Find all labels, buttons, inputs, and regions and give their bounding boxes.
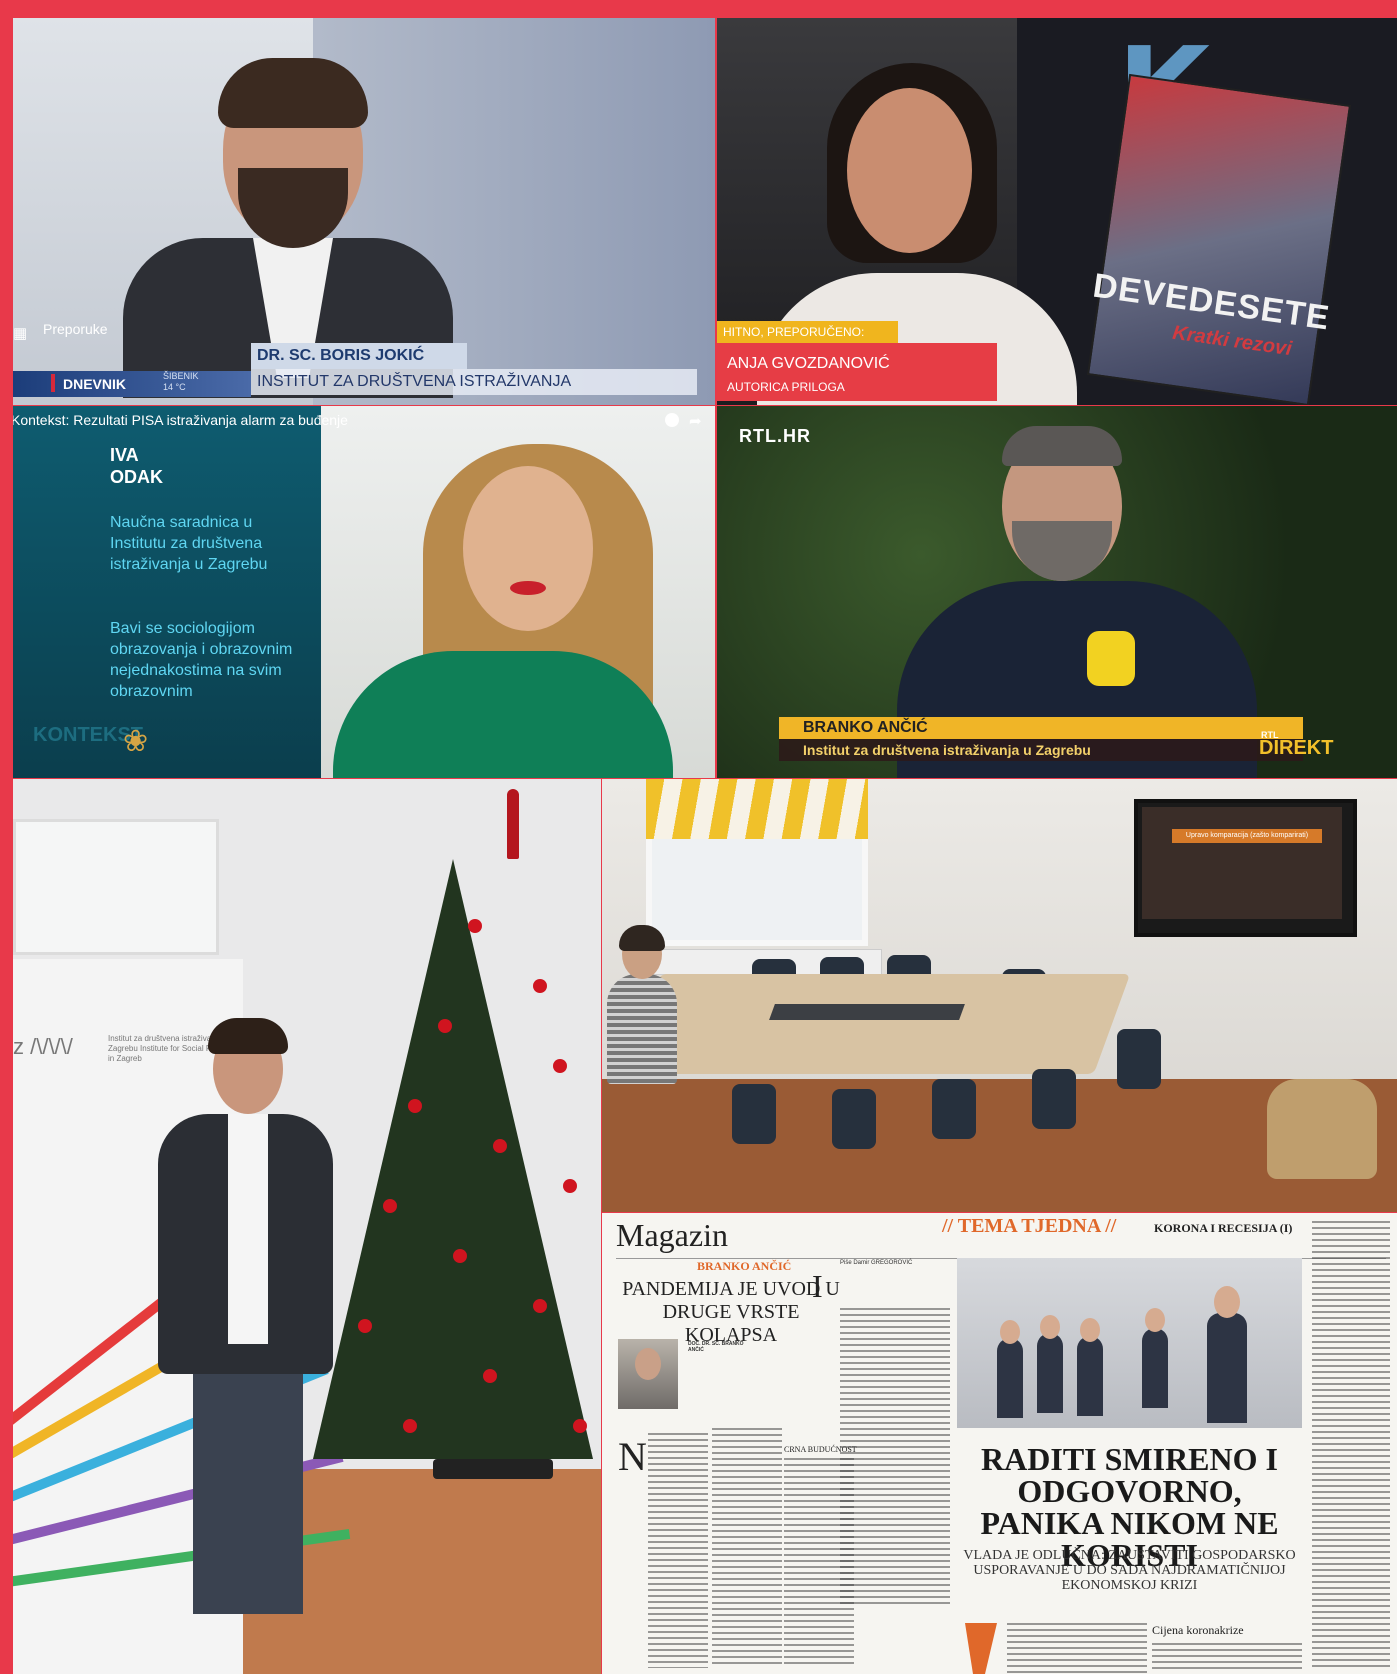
main-subhead: VLADA JE ODLUČNA: ZAUSTAVITI GOSPODARSKO… xyxy=(963,1548,1296,1593)
weather-readout: ŠIBENIK 14 °C xyxy=(163,371,199,392)
channel-logo: RTL.HR xyxy=(739,426,811,446)
video-title[interactable]: Kontekst: Rezultati PISA istraživanja al… xyxy=(13,412,348,428)
speaker-face xyxy=(847,88,972,253)
video-screenshot-iva-odak: Kontekst: Rezultati PISA istraživanja al… xyxy=(13,406,715,778)
author-portrait-face xyxy=(635,1348,661,1380)
guest-name: ANJA GVOZDANOVIĆ xyxy=(727,355,890,372)
guest-name: DR. SC. BORIS JOKIĆ xyxy=(251,343,467,369)
show-name: DIREKT xyxy=(1259,737,1334,759)
show-name: DNEVNIK xyxy=(63,376,127,392)
speaker-hair xyxy=(1002,426,1122,466)
guest-first-name: IVA xyxy=(110,445,139,465)
quote-mark xyxy=(965,1623,997,1674)
tree-topper xyxy=(507,789,519,859)
tv-screenshot-branko-ancic: RTL.HR BRANKO ANČIĆ Institut za društven… xyxy=(717,406,1397,778)
watch-later-icon[interactable] xyxy=(665,413,679,427)
segment-tag: HITNO, PREPORUČENO: KNJIGA xyxy=(717,321,898,361)
guest-research: Bavi se sociologijom obrazovanja i obraz… xyxy=(110,620,293,700)
guest-affiliation: Institut za društvena istraživanja u Zag… xyxy=(779,739,1303,761)
speaker-lips xyxy=(510,581,546,595)
recommendations-label[interactable]: Preporuke xyxy=(43,321,108,337)
seated-woman xyxy=(607,925,677,1084)
collage-frame: ▦ Preporuke DNEVNIK ŠIBENIK 14 °C DR. SC… xyxy=(0,0,1397,1674)
info-panel xyxy=(13,406,321,778)
presenter-figure xyxy=(123,58,453,398)
photo-man-christmas-tree: z /\/\/\/ Institut za društvena istraživ… xyxy=(13,779,601,1674)
wicker-chair xyxy=(1267,1079,1377,1179)
al-jazeera-logo-icon: ❀ xyxy=(123,725,149,758)
cabinet-meeting-photo xyxy=(957,1258,1302,1428)
tv-screen xyxy=(1142,807,1342,919)
window xyxy=(13,819,219,955)
standing-man xyxy=(158,1018,333,1624)
drop-cap-n: N xyxy=(618,1434,647,1479)
tv-screenshot-anja-gvozdanovic: K DEVEDESETE Kratki rezovi HITNO, PREPOR… xyxy=(717,18,1397,405)
institute-logo: z /\/\/\/ xyxy=(13,1034,73,1059)
series-label: KORONA I RECESIJA (I) xyxy=(1154,1221,1293,1235)
guest-name: BRANKO ANČIĆ xyxy=(779,717,1303,739)
guest-description: Naučna saradnica u Institutu za društven… xyxy=(110,514,268,573)
newspaper-page: Magazin // TEMA TJEDNA // KORONA I RECES… xyxy=(602,1213,1397,1674)
tree-stand xyxy=(433,1459,553,1479)
grid-icon[interactable]: ▦ xyxy=(13,324,31,342)
meeting-table xyxy=(623,974,1131,1074)
section-title: Magazin xyxy=(616,1217,728,1253)
tv-screenshot-boris-jokic: ▦ Preporuke DNEVNIK ŠIBENIK 14 °C DR. SC… xyxy=(13,18,715,405)
show-bar xyxy=(13,371,251,397)
guest-name: IVA ODAK xyxy=(110,444,163,488)
guest-role: AUTORICA PRILOGA xyxy=(727,380,845,394)
christmas-tree xyxy=(313,859,593,1459)
article-author: BRANKO ANČIĆ xyxy=(697,1259,792,1273)
portrait-caption: DOC. DR. SC. BRANKO ANČIĆ xyxy=(688,1341,744,1353)
speaker-face xyxy=(463,466,593,631)
table-runner xyxy=(769,1004,965,1020)
book-cover xyxy=(1086,73,1352,405)
theme-label: // TEMA TJEDNA // xyxy=(942,1215,1117,1237)
byline: Piše Damir GREGOROVIĆ xyxy=(840,1260,913,1266)
share-icon[interactable]: ➦ xyxy=(689,412,702,430)
drop-cap-i: I xyxy=(812,1268,823,1304)
awning xyxy=(646,779,868,839)
guest-last-name: ODAK xyxy=(110,467,163,487)
photo-meeting-room: Upravo komparacija (zašto komparirati) xyxy=(602,779,1397,1212)
tv-slide-title: Upravo komparacija (zašto komparirati) xyxy=(1172,829,1322,843)
guest-affiliation: INSTITUT ZA DRUŠTVENA ISTRAŽIVANJA xyxy=(251,369,697,395)
sidebar-title: Cijena koronakrize xyxy=(1152,1623,1244,1637)
microphone xyxy=(1087,631,1135,686)
show-marker xyxy=(51,374,55,392)
